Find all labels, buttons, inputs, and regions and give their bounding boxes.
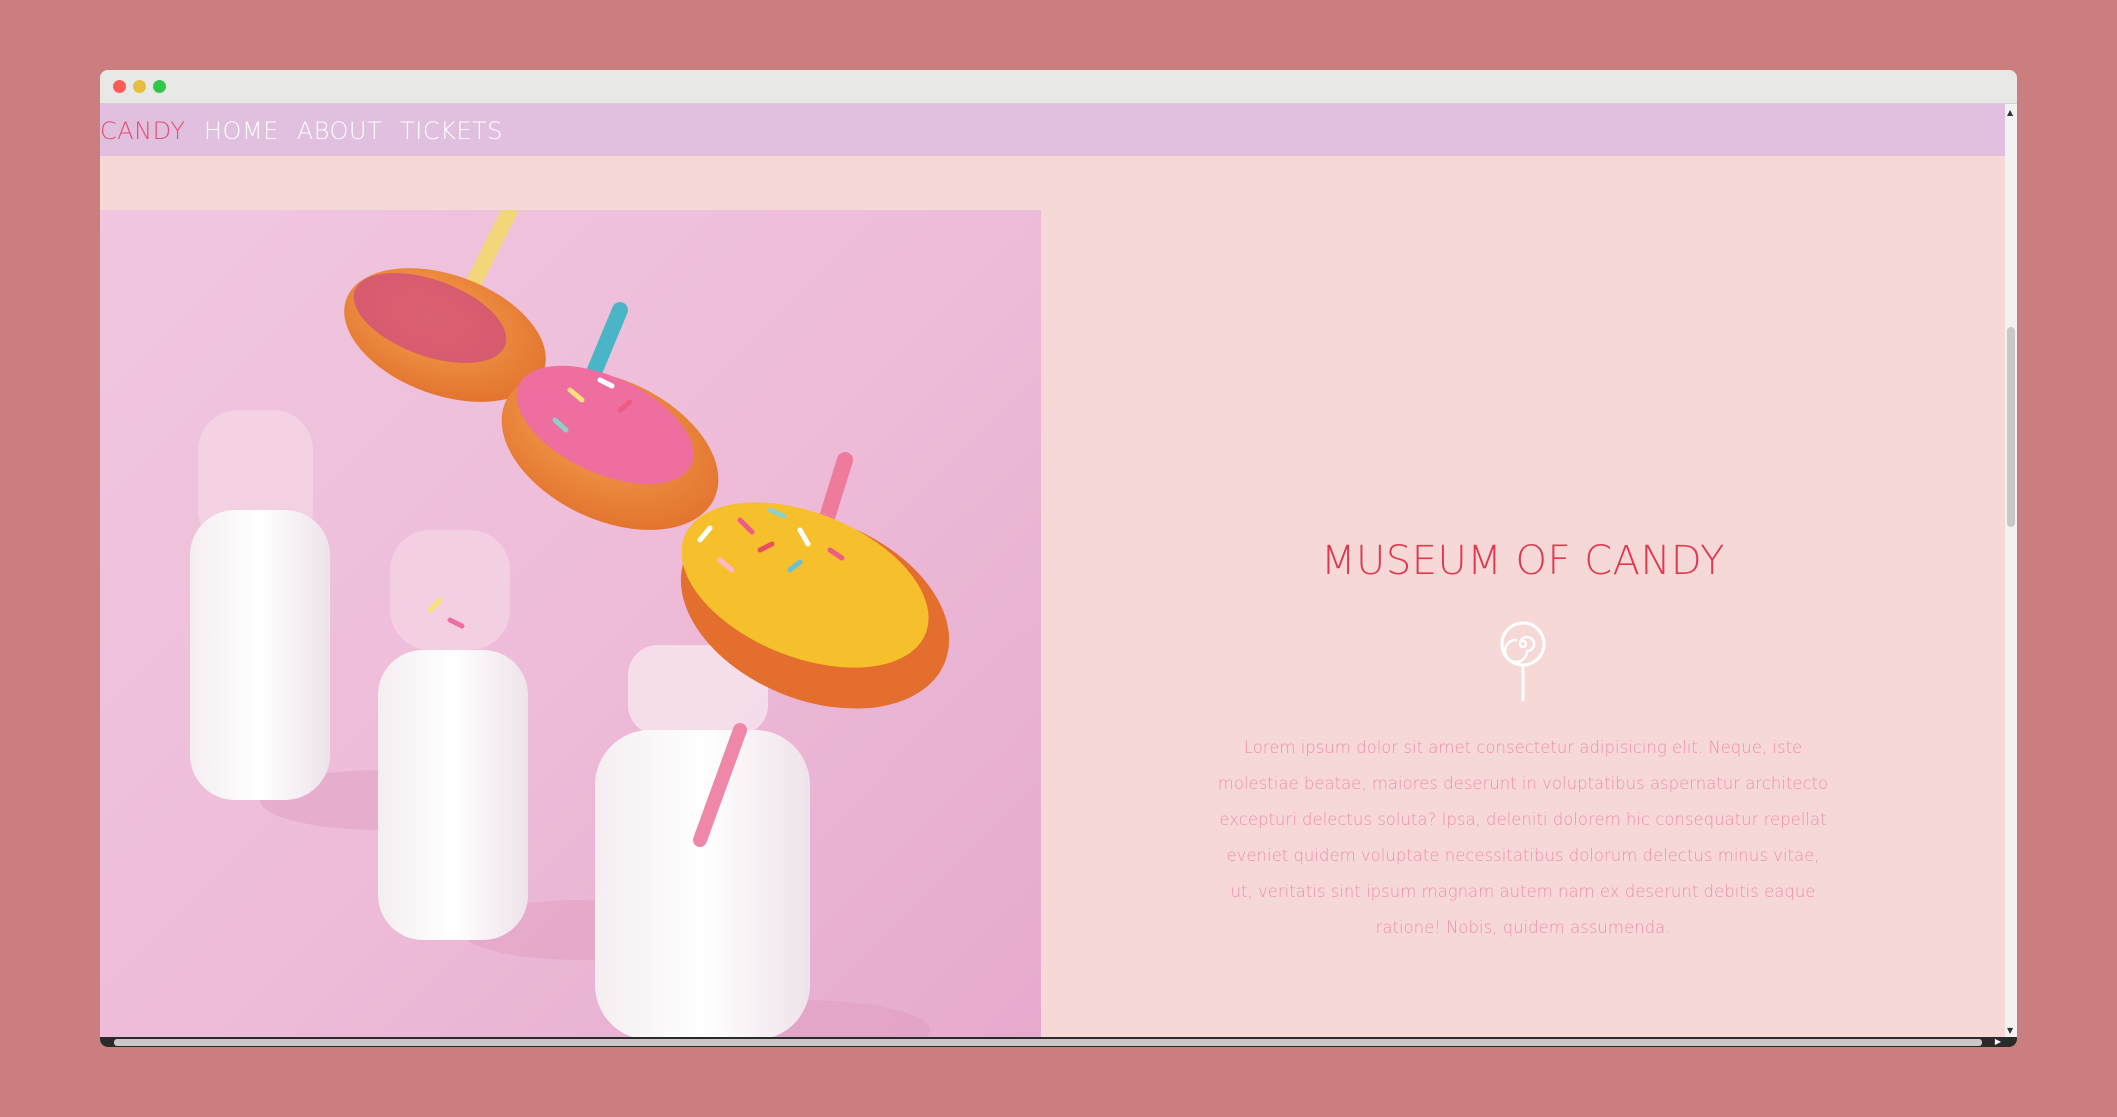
hero-content: MUSEUM OF CANDY Lorem ipsum dolor sit am… [1041, 156, 2005, 1037]
minimize-window-button[interactable] [133, 80, 146, 93]
brand-logo-link[interactable]: CANDY [100, 117, 185, 145]
horizontal-scrollbar-thumb[interactable] [114, 1039, 1982, 1046]
close-window-button[interactable] [113, 80, 126, 93]
lollipop-icon [1498, 620, 1548, 706]
nav-link-about[interactable]: ABOUT [297, 117, 382, 145]
hero-description: Lorem ipsum dolor sit amet consectetur a… [1217, 738, 1829, 937]
scroll-right-icon[interactable]: ▶ [1995, 1037, 2001, 1047]
nav-link-tickets[interactable]: TICKETS [400, 117, 503, 145]
browser-window: CANDY HOME ABOUT TICKETS MUSEUM OF CANDY… [100, 70, 2017, 1047]
window-titlebar [100, 70, 2017, 104]
page-title: MUSEUM OF CANDY [1321, 538, 1725, 584]
hero-image [100, 210, 1041, 1037]
horizontal-scrollbar[interactable]: ▶ [100, 1037, 2017, 1047]
scroll-down-icon[interactable]: ▼ [2007, 1027, 2013, 1035]
nav-link-home[interactable]: HOME [204, 117, 279, 145]
vertical-scrollbar-thumb[interactable] [2007, 327, 2015, 527]
scroll-up-icon[interactable]: ▲ [2007, 109, 2013, 117]
maximize-window-button[interactable] [153, 80, 166, 93]
navbar: CANDY HOME ABOUT TICKETS [100, 104, 2005, 156]
vertical-scrollbar[interactable]: ▲ ▼ [2005, 104, 2017, 1037]
nav-links: HOME ABOUT TICKETS [204, 117, 503, 145]
